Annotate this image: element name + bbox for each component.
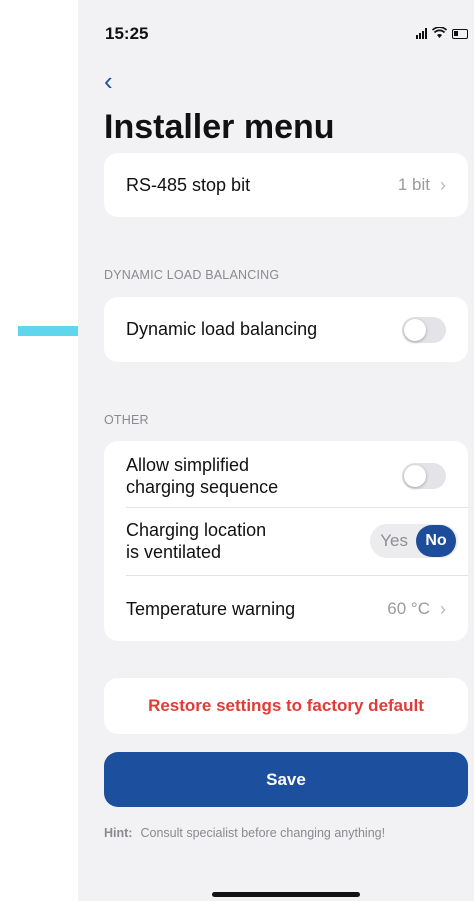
phone-screen: 15:25 ‹ Installer menu RS-485 stop bit 1… [78, 0, 474, 901]
hint-message: Consult specialist before changing anyth… [140, 826, 386, 840]
divider [126, 575, 468, 576]
status-time: 15:25 [105, 24, 149, 43]
simplified-line2: charging sequence [126, 477, 279, 497]
ventilated-row: Charging location is ventilated Yes No [126, 509, 458, 573]
ventilated-line1: Charging location [126, 519, 267, 540]
section-header-other: OTHER [104, 413, 149, 427]
simplified-charging-toggle[interactable] [402, 463, 446, 489]
simplified-line1: Allow simplified [126, 454, 250, 475]
ventilated-line2: is ventilated [126, 542, 222, 562]
chevron-right-icon: › [440, 174, 446, 195]
ventilated-no-option[interactable]: No [416, 525, 456, 557]
hint-prefix: Hint: [104, 826, 133, 840]
section-header-dlb: DYNAMIC LOAD BALANCING [104, 268, 280, 282]
ventilated-label: Charging location is ventilated [126, 519, 266, 564]
battery-icon [452, 28, 468, 39]
dlb-label: Dynamic load balancing [126, 319, 318, 340]
status-icons [416, 26, 468, 41]
rs485-card: RS-485 stop bit 1 bit › [104, 153, 468, 217]
temperature-warning-label: Temperature warning [126, 598, 296, 619]
rs485-stop-bit-row[interactable]: RS-485 stop bit 1 bit › [126, 153, 446, 217]
rs485-value: 1 bit [397, 175, 430, 194]
home-indicator[interactable] [212, 892, 360, 897]
chevron-right-icon: › [440, 598, 446, 619]
dynamic-load-balancing-row: Dynamic load balancing [126, 297, 446, 362]
back-chevron-icon[interactable]: ‹ [104, 68, 113, 94]
dlb-card: Dynamic load balancing [104, 297, 468, 362]
divider [126, 507, 468, 508]
hint-text: Hint: Consult specialist before changing … [104, 826, 385, 840]
temperature-warning-value: 60 °C [387, 599, 430, 618]
toggle-knob [404, 318, 426, 341]
simplified-charging-label: Allow simplified charging sequence [126, 454, 278, 499]
temperature-warning-row[interactable]: Temperature warning 60 °C › [126, 577, 446, 641]
page-title: Installer menu [104, 108, 335, 146]
restore-label: Restore settings to factory default [148, 696, 424, 715]
cellular-signal-icon [416, 28, 427, 39]
restore-factory-default-button[interactable]: Restore settings to factory default [104, 678, 468, 734]
wifi-icon [431, 26, 448, 41]
temperature-value-group: 60 °C › [387, 599, 446, 620]
rs485-value-group: 1 bit › [398, 175, 446, 196]
dlb-toggle[interactable] [402, 316, 446, 343]
ventilated-segmented-control: Yes No [370, 524, 458, 558]
save-button[interactable]: Save [104, 752, 468, 807]
rs485-label: RS-485 stop bit [126, 174, 251, 195]
ventilated-yes-option[interactable]: Yes [378, 531, 410, 551]
toggle-knob [404, 465, 426, 487]
other-card: Allow simplified charging sequence Charg… [104, 441, 468, 641]
simplified-charging-row: Allow simplified charging sequence [126, 445, 446, 507]
